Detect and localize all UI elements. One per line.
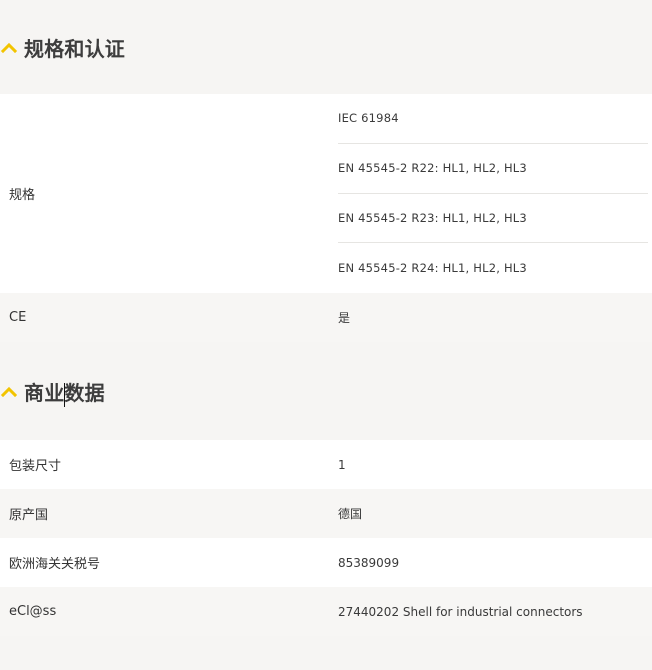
standard-item: EN 45545-2 R22: HL1, HL2, HL3 xyxy=(338,144,648,194)
table-row: 欧洲海关关税号 85389099 xyxy=(0,538,652,587)
section-header-commercial[interactable]: 商业数据 xyxy=(0,342,652,440)
table-row: eCl@ss 27440202 Shell for industrial con… xyxy=(0,587,652,636)
row-label: 规格 xyxy=(9,188,36,203)
standard-item: IEC 61984 xyxy=(338,94,648,144)
section-header-specs[interactable]: 规格和认证 xyxy=(0,0,652,94)
chevron-up-icon[interactable] xyxy=(0,38,18,56)
standard-item: EN 45545-2 R23: HL1, HL2, HL3 xyxy=(338,194,648,244)
row-value: 德国 xyxy=(338,507,363,521)
row-value: 1 xyxy=(338,457,346,472)
product-details-page: 规格和认证 规格 IEC 61984 EN 45545-2 R22: HL1, … xyxy=(0,0,652,670)
commercial-table: 包装尺寸 1 原产国 德国 欧洲海关关税号 85389099 eCl@ss 27… xyxy=(0,440,652,636)
row-label: 欧洲海关关税号 xyxy=(9,557,101,572)
standard-item: EN 45545-2 R24: HL1, HL2, HL3 xyxy=(338,261,527,276)
table-row: CE 是 xyxy=(0,293,652,342)
table-row: 原产国 德国 xyxy=(0,489,652,538)
table-row: 规格 IEC 61984 EN 45545-2 R22: HL1, HL2, H… xyxy=(0,94,652,293)
row-label: 原产国 xyxy=(9,508,49,523)
section-title: 规格和认证 xyxy=(24,36,125,61)
row-label: 包装尺寸 xyxy=(9,459,62,474)
page-bottom-spacer xyxy=(0,636,652,670)
standards-list: IEC 61984 EN 45545-2 R22: HL1, HL2, HL3 … xyxy=(338,94,652,293)
chevron-up-icon[interactable] xyxy=(0,382,18,400)
row-value: 85389099 xyxy=(338,555,400,570)
table-row: 包装尺寸 1 xyxy=(0,440,652,489)
row-label: CE xyxy=(9,310,27,325)
row-value: 27440202 Shell for industrial connectors xyxy=(338,604,583,619)
row-label: eCl@ss xyxy=(9,604,57,619)
row-value: 是 xyxy=(338,311,351,325)
text-cursor xyxy=(64,383,65,407)
specs-table: 规格 IEC 61984 EN 45545-2 R22: HL1, HL2, H… xyxy=(0,94,652,342)
